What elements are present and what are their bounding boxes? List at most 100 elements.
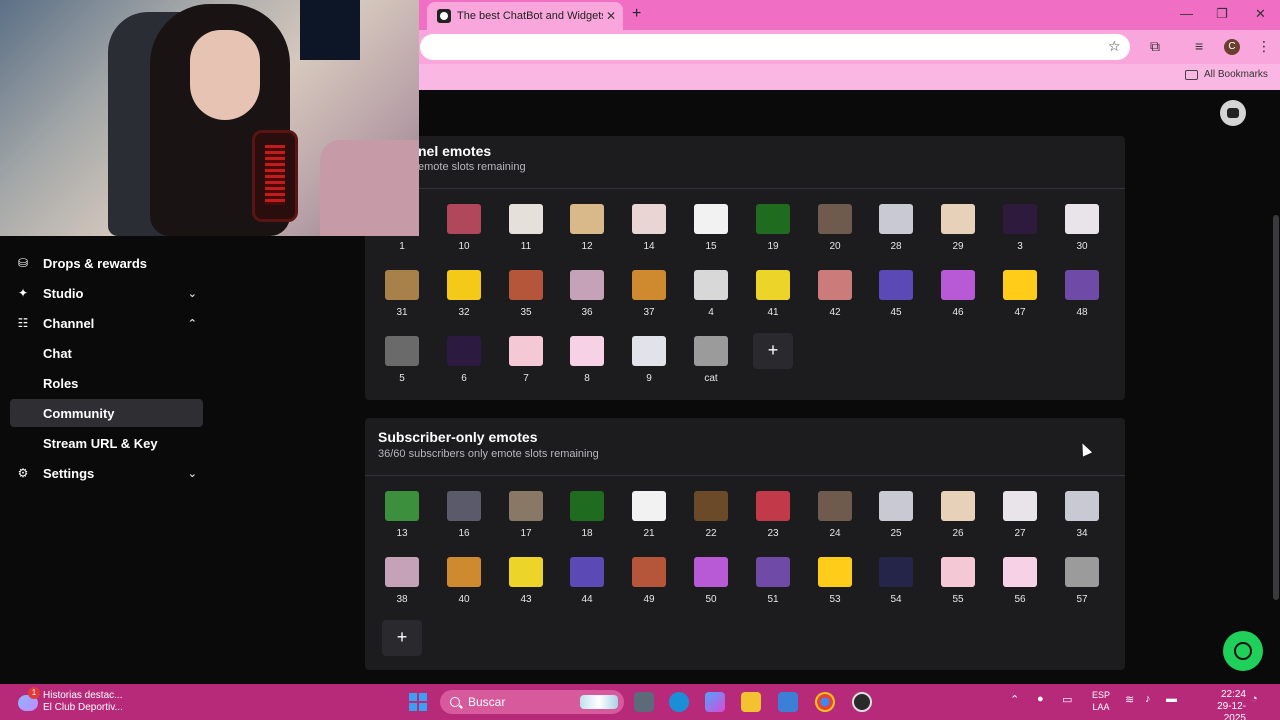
copilot-icon[interactable] [705,692,725,712]
emote-tile[interactable]: 44 [570,557,604,605]
file-explorer-icon[interactable] [741,692,761,712]
news-widget-icon[interactable]: 1 [18,687,44,715]
emote-tile[interactable]: 57 [1065,557,1099,605]
emote-tile[interactable]: 3 [1003,204,1037,252]
profile-avatar[interactable]: C [1224,39,1240,55]
emote-tile[interactable]: 46 [941,270,975,318]
emote-tile[interactable]: 28 [879,204,913,252]
chrome-icon[interactable] [815,692,835,712]
emote-tile[interactable]: 21 [632,491,666,539]
emote-tile[interactable]: 25 [879,491,913,539]
emote-tile[interactable]: 53 [818,557,852,605]
emote-tile[interactable]: 10 [447,204,481,252]
sidebar-item-settings[interactable]: ⚙ Settings ⌄ [10,459,203,487]
emote-tile[interactable]: 45 [879,270,913,318]
browser-menu-icon[interactable]: ⋮ [1257,38,1271,55]
chevron-down-icon[interactable]: ⌄ [188,287,197,300]
battery-saver-icon[interactable]: ▭ [1062,693,1072,706]
battery-icon[interactable]: ▬ [1166,693,1177,705]
emote-tile[interactable]: 29 [941,204,975,252]
emote-tile[interactable]: 31 [385,270,419,318]
emote-tile[interactable]: 30 [1065,204,1099,252]
emote-tile[interactable]: 55 [941,557,975,605]
emote-tile[interactable]: 43 [509,557,543,605]
emote-tile[interactable]: 27 [1003,491,1037,539]
emote-tile[interactable]: 7 [509,336,543,384]
emote-tile[interactable]: 56 [1003,557,1037,605]
emote-tile[interactable]: 48 [1065,270,1099,318]
notifications-icon[interactable]: ◔ [1251,693,1258,705]
emote-tile[interactable]: 13 [385,491,419,539]
new-tab-button[interactable]: + [632,5,641,23]
emote-tile[interactable]: 40 [447,557,481,605]
emote-tile[interactable]: 20 [818,204,852,252]
edge-icon[interactable] [669,692,689,712]
emote-tile[interactable]: 16 [447,491,481,539]
support-chat-button[interactable] [1223,631,1263,671]
emote-tile[interactable]: 8 [570,336,604,384]
volume-icon[interactable]: ♪ [1145,693,1151,705]
emote-tile[interactable]: 37 [632,270,666,318]
microphone-icon[interactable]: ● [1037,693,1044,705]
browser-tab[interactable]: The best ChatBot and Widgets ✕ [427,2,623,30]
sidebar-item-chat[interactable]: Chat [10,339,203,367]
obs-icon[interactable] [852,692,872,712]
emote-tile[interactable]: 23 [756,491,790,539]
emote-tile[interactable]: 18 [570,491,604,539]
extensions-icon[interactable]: ⧉ [1150,38,1160,55]
store-icon[interactable] [778,692,798,712]
emote-tile[interactable]: 5 [385,336,419,384]
emote-tile[interactable]: 14 [632,204,666,252]
task-view-icon[interactable] [634,692,654,712]
language-indicator[interactable]: ESP LAA [1090,689,1112,713]
sidebar-item-channel[interactable]: ☷ Channel ⌃ [10,309,203,337]
restore-icon[interactable]: ❐ [1216,6,1228,22]
emote-tile[interactable]: 19 [756,204,790,252]
start-button[interactable] [409,693,427,711]
window-close-icon[interactable]: ✕ [1255,6,1266,22]
emote-tile[interactable]: 42 [818,270,852,318]
user-avatar[interactable] [1220,100,1246,126]
emote-tile[interactable]: 17 [509,491,543,539]
add-emote-button[interactable]: + [382,620,422,656]
add-emote-button[interactable]: + [753,333,793,369]
emote-tile[interactable]: 35 [509,270,543,318]
news-widget-text[interactable]: Historias destac... El Club Deportiv... [43,690,123,714]
emote-tile[interactable]: 51 [756,557,790,605]
emote-tile[interactable]: 34 [1065,491,1099,539]
emote-tile[interactable]: 24 [818,491,852,539]
emote-tile[interactable]: 22 [694,491,728,539]
emote-tile[interactable]: 9 [632,336,666,384]
sidebar-item-community[interactable]: Community [10,399,203,427]
emote-tile[interactable]: 4 [694,270,728,318]
emote-tile[interactable]: 38 [385,557,419,605]
emote-tile[interactable]: 12 [570,204,604,252]
sidebar-item-roles[interactable]: Roles [10,369,203,397]
bookmark-star-icon[interactable]: ☆ [1108,38,1121,55]
system-clock[interactable]: 22:24 29-12-2025 [1208,689,1246,720]
emote-tile[interactable]: 49 [632,557,666,605]
emote-tile[interactable]: 32 [447,270,481,318]
address-bar[interactable] [420,34,1130,60]
sidebar-item-drops-rewards[interactable]: ⛁ Drops & rewards [10,249,203,277]
page-scrollbar[interactable] [1273,215,1279,600]
sidebar-item-studio[interactable]: ✦ Studio ⌄ [10,279,203,307]
chevron-down-icon[interactable]: ⌄ [188,467,197,480]
minimize-icon[interactable]: — [1180,6,1193,21]
sidebar-item-stream-url-key[interactable]: Stream URL & Key [10,429,203,457]
emote-tile[interactable]: 41 [756,270,790,318]
emote-tile[interactable]: 50 [694,557,728,605]
emote-tile[interactable]: 47 [1003,270,1037,318]
tray-overflow-icon[interactable]: ⌃ [1010,693,1019,706]
emote-tile[interactable]: 36 [570,270,604,318]
emote-tile[interactable]: 11 [509,204,543,252]
emote-tile[interactable]: 6 [447,336,481,384]
wifi-icon[interactable]: ≋ [1125,693,1134,706]
media-control-icon[interactable]: ≡ [1195,38,1203,54]
all-bookmarks-button[interactable]: All Bookmarks [1185,69,1268,80]
chevron-up-icon[interactable]: ⌃ [188,317,197,330]
emote-tile[interactable]: 26 [941,491,975,539]
emote-tile[interactable]: 15 [694,204,728,252]
emote-tile[interactable]: 54 [879,557,913,605]
tab-close-icon[interactable]: ✕ [603,9,619,23]
